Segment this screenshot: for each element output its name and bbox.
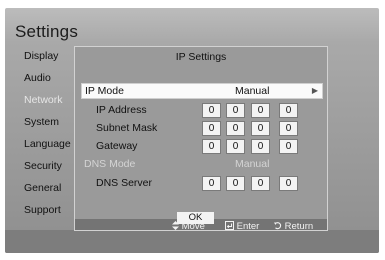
ip-address-octet-1[interactable]: 0: [202, 103, 221, 118]
gateway-octet-4[interactable]: 0: [279, 139, 298, 154]
dns-server-octet-3[interactable]: 0: [251, 176, 270, 191]
sidebar-item-audio[interactable]: Audio: [24, 72, 51, 84]
move-hint-label: Move: [181, 221, 205, 232]
sidebar-item-display[interactable]: Display: [24, 50, 58, 62]
enter-icon: [225, 221, 234, 230]
gateway-octet-2[interactable]: 0: [226, 139, 245, 154]
subnet-mask-octet-2[interactable]: 0: [226, 121, 245, 136]
up-down-arrows-icon: [172, 221, 179, 230]
ip-address-label: IP Address: [96, 104, 147, 116]
subnet-mask-octet-1[interactable]: 0: [202, 121, 221, 136]
ip-settings-dialog: IP Settings IP Mode Manual ▶ IP Address …: [74, 46, 328, 232]
dns-server-octet-2[interactable]: 0: [226, 176, 245, 191]
ip-address-octet-2[interactable]: 0: [226, 103, 245, 118]
dns-server-octet-1[interactable]: 0: [202, 176, 221, 191]
dns-server-label: DNS Server: [96, 177, 153, 189]
gateway-octet-1[interactable]: 0: [202, 139, 221, 154]
dialog-title: IP Settings: [175, 51, 227, 63]
ip-address-octet-3[interactable]: 0: [251, 103, 270, 118]
gateway-octet-3[interactable]: 0: [251, 139, 270, 154]
dns-mode-label: DNS Mode: [84, 158, 136, 170]
ip-mode-value: Manual: [235, 85, 270, 97]
return-hint-label: Return: [284, 221, 314, 232]
right-arrow-icon: ▶: [311, 86, 318, 95]
bottom-band: [5, 230, 379, 253]
ip-mode-row[interactable]: IP Mode Manual ▶: [81, 83, 323, 99]
dns-server-octet-4[interactable]: 0: [279, 176, 298, 191]
move-hint: Move: [172, 221, 205, 232]
gateway-label: Gateway: [96, 140, 138, 152]
subnet-mask-label: Subnet Mask: [96, 122, 158, 134]
dns-mode-value: Manual: [235, 158, 270, 170]
ip-mode-label: IP Mode: [85, 85, 124, 97]
sidebar-item-security[interactable]: Security: [24, 160, 62, 172]
subnet-mask-octet-3[interactable]: 0: [251, 121, 270, 136]
sidebar-item-network[interactable]: Network: [24, 94, 63, 106]
sidebar-item-support[interactable]: Support: [24, 204, 61, 216]
sidebar-item-system[interactable]: System: [24, 116, 59, 128]
settings-screen: Settings Display Audio Network System La…: [5, 8, 379, 253]
page-title: Settings: [15, 22, 79, 41]
enter-hint-label: Enter: [236, 221, 260, 232]
enter-hint: Enter: [225, 221, 259, 232]
sidebar-item-general[interactable]: General: [24, 182, 61, 194]
sidebar-item-language[interactable]: Language: [24, 138, 71, 150]
ip-address-octet-4[interactable]: 0: [279, 103, 298, 118]
return-arrow-icon: [274, 222, 282, 230]
return-hint: Return: [273, 221, 313, 232]
subnet-mask-octet-4[interactable]: 0: [279, 121, 298, 136]
